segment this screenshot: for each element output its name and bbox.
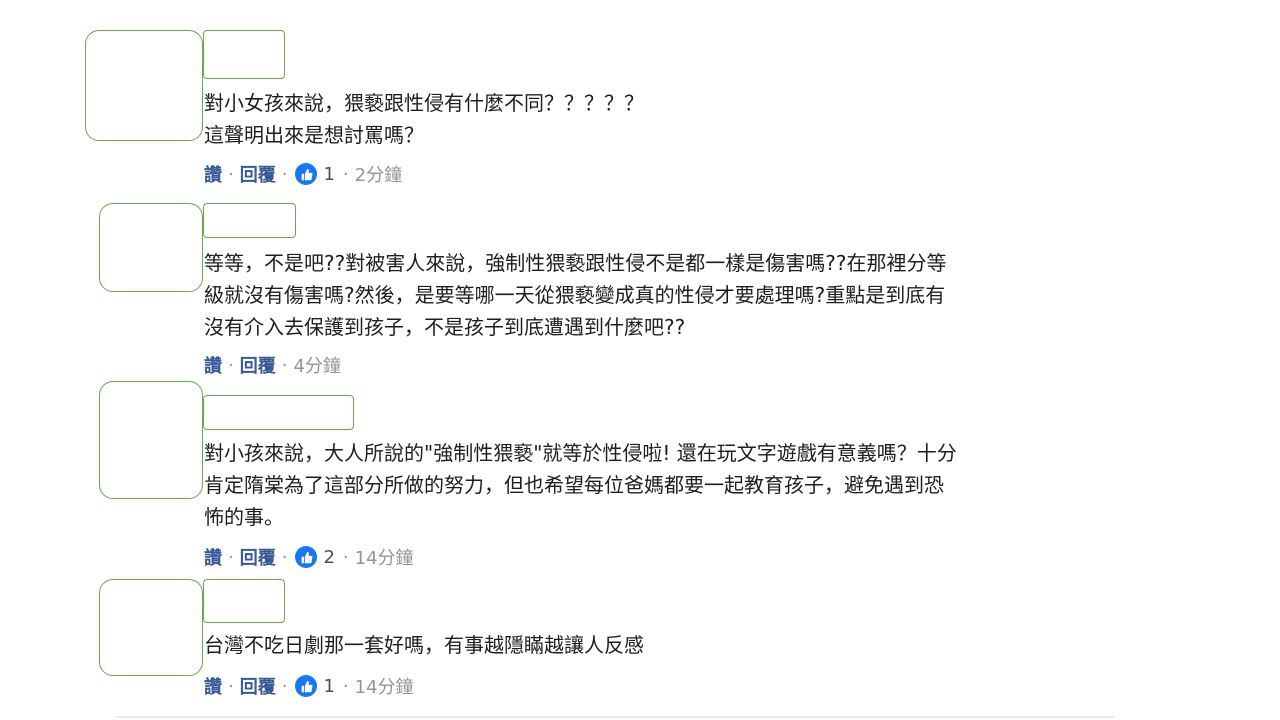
author-name[interactable] (203, 395, 354, 430)
comment-actions: 讚 · 回覆 · 4分鐘 (204, 352, 341, 378)
comment-line: 沒有介入去保護到孩子，不是孩子到底遭遇到什麼吧?? (204, 315, 686, 339)
comment-actions: 讚 · 回覆 · 1 · 2分鐘 (204, 162, 402, 186)
timestamp[interactable]: 2分鐘 (355, 161, 402, 187)
reaction-count[interactable]: 1 (323, 164, 334, 185)
separator: · (342, 546, 349, 568)
reaction-count[interactable]: 1 (323, 676, 334, 697)
reply-button[interactable]: 回覆 (240, 673, 276, 699)
separator: · (281, 675, 288, 697)
separator: · (228, 163, 234, 185)
separator: · (228, 675, 234, 697)
avatar[interactable] (85, 30, 203, 141)
comment-line: 等等，不是吧??對被害人來說，強制性猥褻跟性侵不是都一樣是傷害嗎??在那裡分等 (204, 251, 947, 275)
separator: · (281, 546, 288, 568)
reaction-count[interactable]: 2 (323, 547, 334, 568)
author-name[interactable] (203, 579, 285, 623)
timestamp[interactable]: 14分鐘 (355, 544, 414, 570)
like-button[interactable]: 讚 (204, 352, 222, 378)
comment-line: 肯定隋棠為了這部分所做的努力，但也希望每位爸媽都要一起教育孩子，避免遇到恐 (204, 473, 944, 497)
comment-line: 對小女孩來說，猥褻跟性侵有什麼不同？？？？？ (204, 91, 644, 115)
like-thumbs-up-icon[interactable] (295, 546, 318, 568)
comment-line: 怖的事。 (204, 505, 284, 529)
separator: · (228, 354, 234, 376)
reply-button[interactable]: 回覆 (240, 352, 276, 378)
comment-actions: 讚 · 回覆 · 2 · 14分鐘 (204, 545, 414, 569)
divider (115, 716, 1115, 718)
separator: · (228, 546, 234, 568)
comment-line: 這聲明出來是想討罵嗎？ (204, 123, 424, 147)
avatar[interactable] (99, 381, 203, 499)
comment-line: 級就沒有傷害嗎?然後，是要等哪一天從猥褻變成真的性侵才要處理嗎?重點是到底有 (204, 283, 946, 307)
like-thumbs-up-icon[interactable] (295, 675, 318, 697)
timestamp[interactable]: 14分鐘 (355, 673, 414, 699)
comment-line: 台灣不吃日劇那一套好嗎，有事越隱瞞越讓人反感 (204, 633, 644, 657)
comment-text: 台灣不吃日劇那一套好嗎，有事越隱瞞越讓人反感 (204, 629, 1114, 661)
separator: · (342, 163, 349, 185)
author-name[interactable] (203, 30, 285, 79)
reply-button[interactable]: 回覆 (240, 161, 276, 187)
reply-button[interactable]: 回覆 (240, 544, 276, 570)
like-thumbs-up-icon[interactable] (295, 163, 318, 185)
author-name[interactable] (203, 203, 296, 238)
like-button[interactable]: 讚 (204, 673, 222, 699)
separator: · (281, 354, 288, 376)
avatar[interactable] (99, 203, 203, 292)
like-button[interactable]: 讚 (204, 161, 222, 187)
comment-actions: 讚 · 回覆 · 1 · 14分鐘 (204, 674, 414, 698)
comment-text: 對小女孩來說，猥褻跟性侵有什麼不同？？？？？ 這聲明出來是想討罵嗎？ (204, 87, 1114, 151)
separator: · (342, 675, 349, 697)
comment-line: 對小孩來說，大人所說的"強制性猥褻"就等於性侵啦! 還在玩文字遊戲有意義嗎？十分 (204, 441, 957, 465)
timestamp[interactable]: 4分鐘 (293, 352, 340, 378)
separator: · (281, 163, 288, 185)
comment-text: 對小孩來說，大人所說的"強制性猥褻"就等於性侵啦! 還在玩文字遊戲有意義嗎？十分… (204, 437, 1114, 533)
avatar[interactable] (99, 579, 203, 676)
comment-text: 等等，不是吧??對被害人來說，強制性猥褻跟性侵不是都一樣是傷害嗎??在那裡分等 … (204, 247, 1114, 343)
like-button[interactable]: 讚 (204, 544, 222, 570)
